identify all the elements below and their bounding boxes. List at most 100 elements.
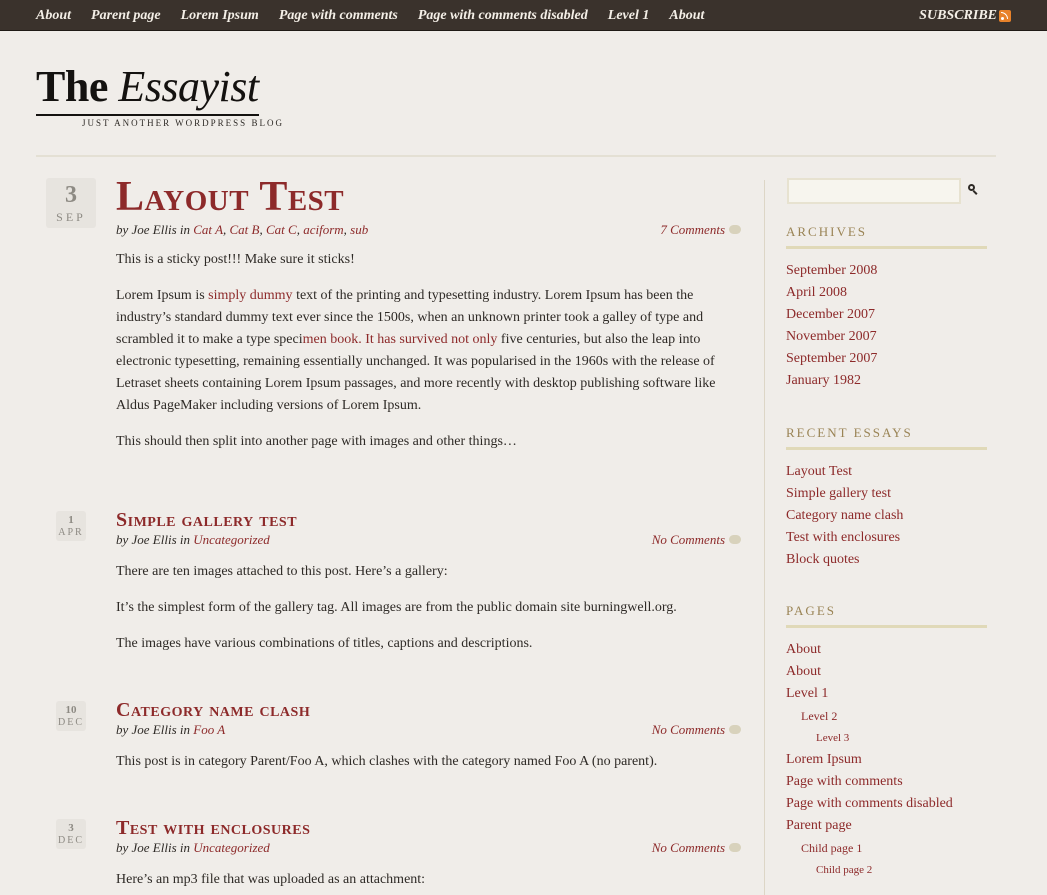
post-date-day: 10 <box>65 704 77 716</box>
inline-link[interactable]: men book. It has survived not only <box>303 332 498 347</box>
page-link-page-with-comments-disabled[interactable]: Page with comments disabled <box>786 793 1006 815</box>
recent-essay-link[interactable]: Category name clash <box>786 505 1006 527</box>
post-date-month: APR <box>58 527 84 538</box>
post-comments: No Comments <box>652 722 741 738</box>
comments-link[interactable]: No Comments <box>652 840 725 855</box>
recent-essays-rule <box>786 447 987 450</box>
comments-link[interactable]: No Comments <box>652 722 725 737</box>
post-paragraph: There are ten images attached to this po… <box>116 564 448 579</box>
post-text: Lorem Ipsum is <box>116 288 209 303</box>
post-date-day: 3 <box>68 822 74 834</box>
post-date-month: DEC <box>58 835 84 846</box>
post-title[interactable]: Simple gallery test <box>116 508 297 532</box>
nav-item-about[interactable]: About <box>36 0 71 30</box>
archives-list: September 2008 April 2008 December 2007 … <box>786 260 1006 392</box>
page-link-about-2[interactable]: About <box>786 661 1006 683</box>
page-link-child-page-2[interactable]: Child page 2 <box>786 859 1006 881</box>
post-paragraph: This is a sticky post!!! Make sure it st… <box>116 252 355 267</box>
post-date-month: DEC <box>58 717 84 728</box>
category-link[interactable]: Uncategorized <box>193 532 270 547</box>
post-comments: 7 Comments <box>660 222 741 238</box>
page-link-child-page-1[interactable]: Child page 1 <box>786 837 1006 859</box>
post-title[interactable]: Layout Test <box>116 175 344 219</box>
category-link[interactable]: Cat C <box>266 222 297 237</box>
column-divider <box>764 180 765 895</box>
archive-link[interactable]: September 2008 <box>786 260 1006 282</box>
post-title[interactable]: Test with enclosures <box>116 816 310 840</box>
nav-item-level-1[interactable]: Level 1 <box>608 0 650 30</box>
post-paragraph: The images have various combinations of … <box>116 636 533 651</box>
site-title-italic: Essayist <box>118 62 259 111</box>
site-title-plain: The <box>36 62 119 111</box>
nav-item-page-with-comments[interactable]: Page with comments <box>279 0 398 30</box>
rss-icon[interactable] <box>999 10 1011 22</box>
post-meta: by Joe Ellis in Uncategorized <box>116 532 270 548</box>
category-link[interactable]: Cat A <box>193 222 223 237</box>
recent-essays-list: Layout Test Simple gallery test Category… <box>786 461 1006 571</box>
page-link-level-2[interactable]: Level 2 <box>786 705 1006 727</box>
post-author: by Joe Ellis in <box>116 722 194 737</box>
comment-bubble-icon <box>729 725 741 734</box>
category-link[interactable]: aciform <box>303 222 343 237</box>
pages-list: About About Level 1 Level 2 Level 3 Lore… <box>786 639 1006 881</box>
page-link-level-1[interactable]: Level 1 <box>786 683 1006 705</box>
archive-link[interactable]: April 2008 <box>786 282 1006 304</box>
post-paragraph: Here’s an mp3 file that was uploaded as … <box>116 872 426 887</box>
recent-essay-link[interactable]: Test with enclosures <box>786 527 1006 549</box>
nav-item-parent-page[interactable]: Parent page <box>91 0 161 30</box>
comment-bubble-icon <box>729 225 741 234</box>
archives-heading: Archives <box>786 224 868 239</box>
top-nav-bar: About Parent page Lorem Ipsum Page with … <box>0 0 1047 30</box>
post-comments: No Comments <box>652 840 741 856</box>
page-link-parent-page[interactable]: Parent page <box>786 815 1006 837</box>
post-paragraph: This should then split into another page… <box>116 434 517 449</box>
post-comments: No Comments <box>652 532 741 548</box>
archives-rule <box>786 246 987 249</box>
recent-essay-link[interactable]: Layout Test <box>786 461 1006 483</box>
post-author: by Joe Ellis in <box>116 840 194 855</box>
post-paragraph: Lorem Ipsum is simply dummy text of the … <box>116 285 746 417</box>
post-title[interactable]: Category name clash <box>116 698 310 722</box>
post-paragraph: This post is in category Parent/Foo A, w… <box>116 754 658 769</box>
page-link-about[interactable]: About <box>786 639 1006 661</box>
page-link-level-3[interactable]: Level 3 <box>786 727 1006 749</box>
comments-link[interactable]: No Comments <box>652 532 725 547</box>
category-link[interactable]: Cat B <box>230 222 260 237</box>
recent-essay-link[interactable]: Block quotes <box>786 549 1006 571</box>
comment-bubble-icon <box>729 535 741 544</box>
post-author: by Joe Ellis in <box>116 222 194 237</box>
post-paragraph: It’s the simplest form of the gallery ta… <box>116 600 677 615</box>
nav-item-page-with-comments-disabled[interactable]: Page with comments disabled <box>418 0 588 30</box>
archive-link[interactable]: September 2007 <box>786 348 1006 370</box>
post-meta: by Joe Ellis in Foo A <box>116 722 225 738</box>
archive-link[interactable]: January 1982 <box>786 370 1006 392</box>
recent-essay-link[interactable]: Simple gallery test <box>786 483 1006 505</box>
category-link[interactable]: sub <box>350 222 368 237</box>
site-title[interactable]: The Essayist <box>36 60 259 116</box>
post-date-day: 1 <box>68 514 74 526</box>
page-link-lorem-ipsum[interactable]: Lorem Ipsum <box>786 749 1006 771</box>
top-nav: About Parent page Lorem Ipsum Page with … <box>36 0 724 30</box>
post-date-badge: 1 APR <box>56 511 86 541</box>
nav-item-about-2[interactable]: About <box>669 0 704 30</box>
search-icon[interactable] <box>968 184 978 194</box>
post-date-badge: 3 DEC <box>56 819 86 849</box>
subscribe-link[interactable]: SUBSCRIBE <box>919 0 997 32</box>
recent-essays-heading: Recent Essays <box>786 425 913 440</box>
comments-link[interactable]: 7 Comments <box>660 222 725 237</box>
archive-link[interactable]: November 2007 <box>786 326 1006 348</box>
category-link[interactable]: Uncategorized <box>193 840 270 855</box>
comment-bubble-icon <box>729 843 741 852</box>
pages-rule <box>786 625 987 628</box>
search-input[interactable] <box>787 178 961 204</box>
category-link[interactable]: Foo A <box>193 722 225 737</box>
archive-link[interactable]: December 2007 <box>786 304 1006 326</box>
post-date-month: SEP <box>56 210 86 224</box>
post-meta: by Joe Ellis in Cat A, Cat B, Cat C, aci… <box>116 222 369 237</box>
page-link-page-with-comments[interactable]: Page with comments <box>786 771 1006 793</box>
inline-link[interactable]: simply dummy <box>208 288 292 303</box>
nav-item-lorem-ipsum[interactable]: Lorem Ipsum <box>181 0 259 30</box>
post-date-badge: 10 DEC <box>56 701 86 731</box>
post-date-badge: 3 SEP <box>46 178 96 228</box>
post-author: by Joe Ellis in <box>116 532 194 547</box>
